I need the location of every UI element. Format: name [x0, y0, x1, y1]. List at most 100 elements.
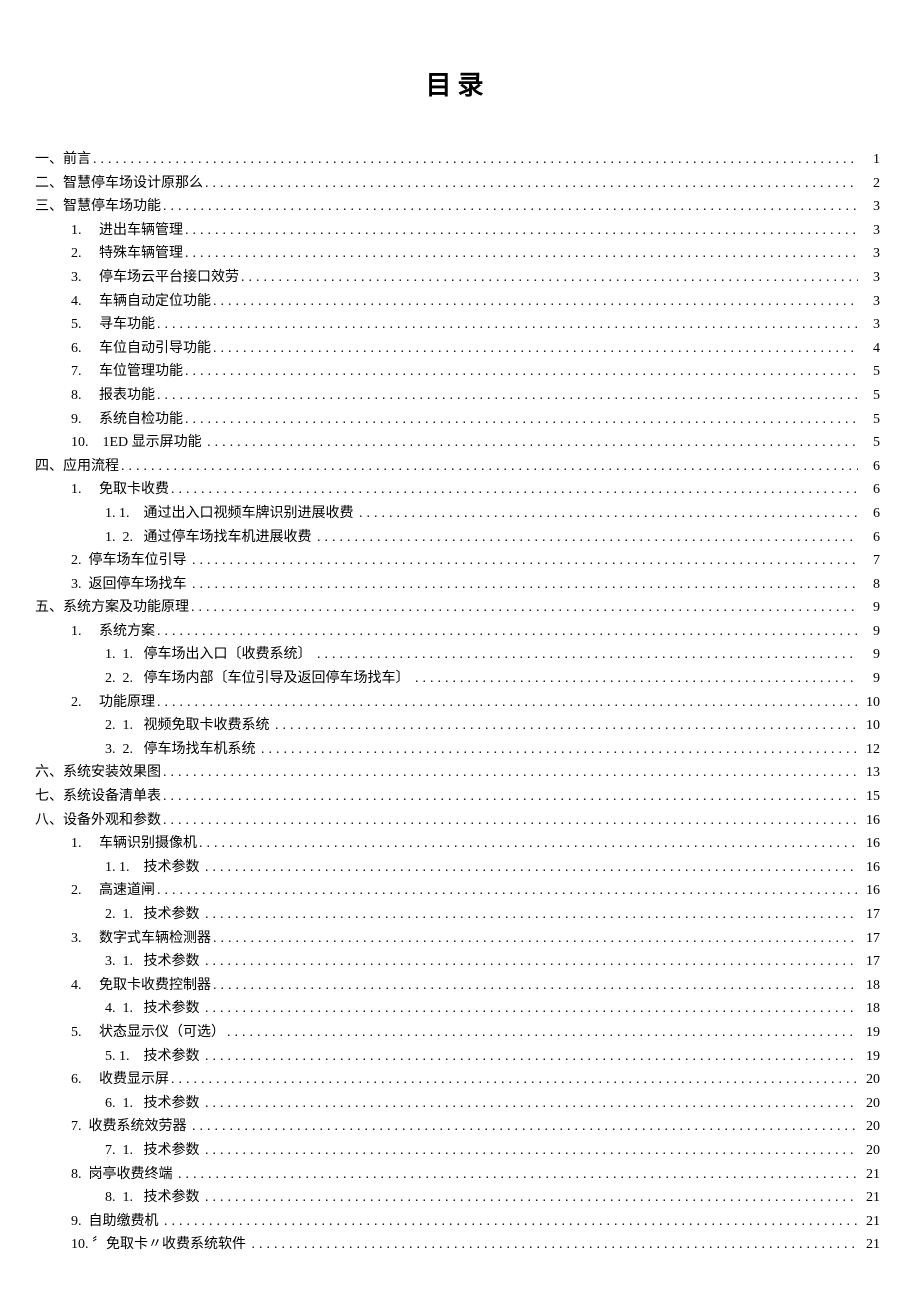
toc-entry-label: 1. 车辆识别摄像机	[71, 832, 197, 856]
toc-entry: 八、设备外观和参数16	[35, 809, 880, 833]
toc-leader-dots	[192, 549, 858, 573]
toc-leader-dots	[199, 832, 858, 856]
toc-entry: 三、智慧停车场功能3	[35, 195, 880, 219]
toc-entry-label: 1. 进出车辆管理	[71, 219, 183, 243]
toc-leader-dots	[205, 950, 858, 974]
toc-leader-dots	[178, 1163, 858, 1187]
toc-leader-dots	[163, 785, 858, 809]
toc-leader-dots	[205, 172, 858, 196]
toc-entry-label: 5. 1. 技术参数	[105, 1045, 203, 1069]
toc-entry-page: 19	[860, 1021, 880, 1045]
toc-entry-page: 17	[860, 927, 880, 951]
toc-entry-page: 3	[860, 242, 880, 266]
toc-leader-dots	[227, 1021, 858, 1045]
toc-entry-label: 1. 1. 通过出入口视频车牌识别进展收费	[105, 502, 357, 526]
toc-entry-page: 16	[860, 879, 880, 903]
toc-entry-label: 1. 系统方案	[71, 620, 155, 644]
toc-entry-label: 3. 返回停车场找车	[71, 573, 190, 597]
toc-entry: 1. 系统方案 9	[35, 620, 880, 644]
toc-entry-page: 6	[860, 526, 880, 550]
toc-entry: 3. 停车场云平台接口效劳3	[35, 266, 880, 290]
toc-entry-page: 9	[860, 667, 880, 691]
toc-entry-page: 3	[860, 313, 880, 337]
toc-entry-page: 5	[860, 431, 880, 455]
toc-entry-label: 2. 1. 技术参数	[105, 903, 203, 927]
toc-entry: 4. 免取卡收费控制器18	[35, 974, 880, 998]
toc-entry: 1. 1. 通过出入口视频车牌识别进展收费 6	[35, 502, 880, 526]
toc-entry-label: 1. 1. 技术参数	[105, 856, 203, 880]
toc-entry: 1. 车辆识别摄像机 16	[35, 832, 880, 856]
toc-entry-page: 21	[860, 1163, 880, 1187]
toc-leader-dots	[205, 1092, 858, 1116]
toc-leader-dots	[205, 1186, 858, 1210]
toc-entry: 4. 车辆自动定位功能3	[35, 290, 880, 314]
toc-leader-dots	[185, 219, 858, 243]
toc-entry-page: 20	[860, 1115, 880, 1139]
toc-entry-label: 3. 停车场云平台接口效劳	[71, 266, 239, 290]
toc-entry-label: 9. 系统自检功能	[71, 408, 183, 432]
toc-entry-label: 一、前言	[35, 148, 91, 172]
toc-entry-label: 2. 停车场车位引导	[71, 549, 190, 573]
toc-entry: 10. 1ED 显示屏功能 5	[35, 431, 880, 455]
toc-entry-label: 6. 1. 技术参数	[105, 1092, 203, 1116]
toc-entry: 7. 收费系统效劳器 20	[35, 1115, 880, 1139]
toc-entry-page: 9	[860, 596, 880, 620]
toc-entry-page: 19	[860, 1045, 880, 1069]
toc-entry-page: 4	[860, 337, 880, 361]
toc-entry: 2. 1. 技术参数 17	[35, 903, 880, 927]
toc-leader-dots	[191, 596, 858, 620]
toc-entry-page: 1	[860, 148, 880, 172]
toc-entry: 2. 特殊车辆管理 3	[35, 242, 880, 266]
toc-entry: 5. 状态显示仪（可选）19	[35, 1021, 880, 1045]
toc-leader-dots	[171, 478, 858, 502]
toc-entry: 3. 数字式车辆检测器 17	[35, 927, 880, 951]
toc-entry: 2. 1. 视频免取卡收费系统 10	[35, 714, 880, 738]
toc-entry: 2. 2. 停车场内部〔车位引导及返回停车场找车〕 9	[35, 667, 880, 691]
toc-entry-page: 21	[860, 1186, 880, 1210]
toc-leader-dots	[213, 974, 858, 998]
toc-entry-label: 3. 数字式车辆检测器	[71, 927, 211, 951]
toc-entry-page: 18	[860, 997, 880, 1021]
toc-entry-label: 2. 特殊车辆管理	[71, 242, 183, 266]
toc-entry-page: 10	[860, 714, 880, 738]
toc-entry-label: 9. 自助缴费机	[71, 1210, 162, 1234]
toc-entry-page: 16	[860, 832, 880, 856]
toc-entry-label: 5. 寻车功能	[71, 313, 155, 337]
toc-entry-label: 7. 1. 技术参数	[105, 1139, 203, 1163]
toc-entry-label: 10. 1ED 显示屏功能	[71, 431, 205, 455]
toc-leader-dots	[252, 1233, 859, 1257]
toc-entry: 5. 寻车功能 3	[35, 313, 880, 337]
toc-entry: 10. 〞免取卡〃收费系统软件 21	[35, 1233, 880, 1257]
toc-entry-label: 三、智慧停车场功能	[35, 195, 161, 219]
toc-leader-dots	[93, 148, 858, 172]
toc-leader-dots	[205, 997, 858, 1021]
toc-leader-dots	[185, 408, 858, 432]
toc-leader-dots	[163, 809, 858, 833]
toc-entry-page: 6	[860, 478, 880, 502]
toc-entry-page: 9	[860, 620, 880, 644]
toc-entry-page: 7	[860, 549, 880, 573]
toc-entry-page: 9	[860, 643, 880, 667]
toc-entry-page: 2	[860, 172, 880, 196]
toc-entry-page: 10	[860, 691, 880, 715]
toc-entry: 6. 车位自动引导功能4	[35, 337, 880, 361]
toc-leader-dots	[275, 714, 858, 738]
toc-entry: 七、系统设备清单表15	[35, 785, 880, 809]
toc-entry: 二、智慧停车场设计原那么2	[35, 172, 880, 196]
toc-entry-page: 3	[860, 219, 880, 243]
toc-entry-label: 7. 车位管理功能	[71, 360, 183, 384]
toc-entry: 8. 1. 技术参数 21	[35, 1186, 880, 1210]
toc-leader-dots	[317, 643, 858, 667]
toc-entry: 六、系统安装效果图13	[35, 761, 880, 785]
toc-entry-page: 20	[860, 1068, 880, 1092]
toc-entry: 四、应用流程6	[35, 455, 880, 479]
toc-entry-page: 12	[860, 738, 880, 762]
toc-entry: 9. 系统自检功能5	[35, 408, 880, 432]
toc-entry-label: 2. 2. 停车场内部〔车位引导及返回停车场找车〕	[105, 667, 413, 691]
toc-entry-label: 8. 1. 技术参数	[105, 1186, 203, 1210]
toc-entry-page: 21	[860, 1233, 880, 1257]
toc-entry-page: 6	[860, 455, 880, 479]
toc-entry-page: 20	[860, 1092, 880, 1116]
toc-entry: 9. 自助缴费机 21	[35, 1210, 880, 1234]
toc-leader-dots	[163, 761, 858, 785]
